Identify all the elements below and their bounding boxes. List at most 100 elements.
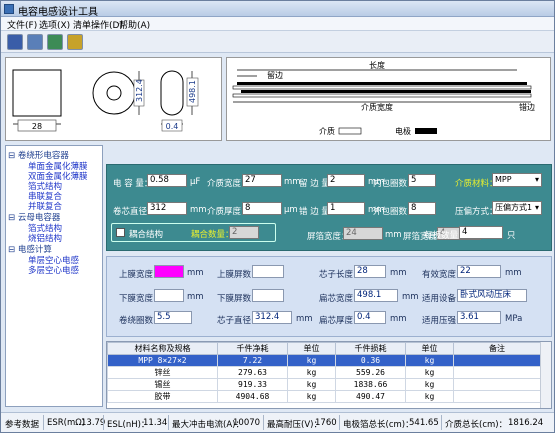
voltage-value: 1760 (315, 418, 337, 428)
col-header-net[interactable]: 千件净耗 (217, 342, 288, 355)
table-header-row: 材料名称及规格 千件净耗 单位 千件损耗 单位 备注 (107, 342, 541, 355)
cell-unit: kg (405, 390, 454, 403)
cell-unit: kg (287, 378, 336, 391)
col-header-unit1[interactable]: 单位 (287, 342, 336, 355)
winding-turns-output: 5.5 (154, 311, 192, 324)
electrode-bottom (241, 90, 531, 93)
esr-label: ESR(mΩ) (47, 418, 86, 428)
menu-file[interactable]: 文件(F) (7, 18, 37, 31)
esl-value: 11.34 (143, 418, 168, 428)
status-bar: 参考数据 ESR(mΩ) 13.79 ESL(nH)： 11.34 最大冲击电流… (1, 412, 554, 432)
layers-unit: 只 (507, 231, 516, 241)
col-header-unit2[interactable]: 单位 (405, 342, 454, 355)
press-select[interactable]: 压偏方式1 (492, 201, 542, 215)
dielectric-layer-1 (232, 85, 532, 90)
cell-note (453, 378, 541, 391)
cell-material: MPP 8×27×2 (107, 354, 218, 367)
outer-turns-input[interactable]: 8 (408, 202, 436, 215)
coupling-checkbox[interactable] (116, 228, 125, 237)
coupling-count-input[interactable]: 2 (229, 226, 259, 239)
voltage-label: 最高耐压(V)： (267, 420, 322, 430)
coupling-count-label: 耦合数量： (191, 230, 234, 240)
material-select[interactable]: MPP (492, 173, 542, 187)
cell-unit: kg (405, 366, 454, 379)
capacitor-body-rect (12, 69, 62, 117)
pressure-unit: MPa (505, 314, 523, 324)
layers-input[interactable]: 4 (459, 226, 503, 239)
core-dim-label: 498.1 (188, 80, 197, 103)
table-row[interactable]: MPP 8×27×2 7.22 kg 0.36 kg (107, 354, 541, 367)
flat-thick-output: 0.4 (354, 311, 386, 324)
dielectric-len-label: 介质总长(cm)： (445, 420, 508, 430)
inner-turns-input[interactable]: 5 (408, 174, 436, 187)
coupling-label: 耦合结构 (129, 230, 164, 240)
menu-options[interactable]: 选项(X) (39, 18, 70, 31)
dielectric-thick-input[interactable]: 8 (242, 202, 282, 215)
dielectric-len-value: 1816.24 (508, 418, 544, 428)
table-row[interactable]: 锡丝 919.33 kg 1838.66 kg (107, 378, 541, 391)
esr-value: 13.79 (81, 418, 106, 428)
capacitance-unit: μF (190, 177, 201, 187)
core-dia-unit: mm (190, 205, 207, 215)
app-icon (4, 4, 14, 14)
paint-icon[interactable] (67, 34, 83, 50)
table-row[interactable]: 锌丝 279.63 kg 559.26 kg (107, 366, 541, 379)
save-icon[interactable] (7, 34, 23, 50)
bottom-shield-turns-output (252, 289, 284, 302)
core-dia-out-unit: mm (296, 314, 313, 324)
materials-table: 材料名称及规格 千件净耗 单位 千件损耗 单位 备注 MPP 8×27×2 7.… (106, 341, 552, 409)
export-icon[interactable] (47, 34, 63, 50)
core-dia-input[interactable]: 312 (147, 202, 187, 215)
flat-width-output: 498.1 (354, 289, 398, 302)
tree-item-multi-layer[interactable]: 多层空心电感 (28, 264, 79, 276)
flat-thick-unit: mm (390, 314, 407, 324)
cell-material: 锌丝 (107, 366, 218, 379)
bottom-shield-width-output (154, 289, 184, 302)
capacitance-input[interactable]: 0.58 (147, 174, 187, 187)
col-header-note[interactable]: 备注 (453, 342, 541, 355)
core-length-unit: mm (390, 268, 407, 278)
core-dia-output: 312.4 (252, 311, 292, 324)
type-tree[interactable]: ⊟ 卷绕形电容器 单面金属化薄膜 双面金属化薄膜 箔式结构 串联复合 并联复合 … (5, 145, 103, 407)
menu-help[interactable]: 帮助(A) (119, 18, 150, 31)
top-shield-width-output (154, 265, 184, 278)
flat-width-unit: mm (402, 292, 419, 302)
cell-note (453, 366, 541, 379)
cell-loss: 490.47 (335, 390, 406, 403)
offset-label: 错边 (519, 102, 535, 112)
col-header-material[interactable]: 材料名称及规格 (107, 342, 218, 355)
table-icon[interactable] (27, 34, 43, 50)
cell-unit: kg (287, 354, 336, 367)
table-row[interactable]: 胶带 4904.68 kg 490.47 kg (107, 390, 541, 403)
cell-net: 4904.68 (217, 390, 288, 403)
legend-dielectric-swatch (338, 127, 362, 135)
edge-label: 留边 (267, 70, 283, 80)
height-dim-label: 312.4 (135, 79, 144, 102)
legend-electrode-swatch (415, 128, 437, 134)
equipment-output: 卧式风动压床 (457, 289, 527, 302)
edge-input[interactable]: 2 (327, 174, 365, 187)
dielectric-width-input[interactable]: 27 (242, 174, 282, 187)
table-scrollbar[interactable] (540, 342, 551, 408)
dielectric-thick-unit: μm (284, 205, 298, 215)
cell-material: 锡丝 (107, 378, 218, 391)
menu-list-ops[interactable]: 清单操作(D) (73, 18, 123, 31)
col-header-loss[interactable]: 千件损耗 (335, 342, 406, 355)
top-shield-width-unit: mm (187, 268, 204, 278)
thick-dim-label: 0.4 (166, 122, 179, 131)
toolbar (1, 31, 554, 53)
offset-input[interactable]: 1 (327, 202, 365, 215)
dielectric-layer-2 (232, 93, 532, 98)
length-label: 长度 (369, 60, 385, 70)
foil-width-input[interactable]: 24 (343, 227, 383, 240)
cell-material: 胶带 (107, 390, 218, 403)
results-panel: 上膜宽度： mm 上膜屏数： 芯子长度： 28 mm 有效宽度： 22 mm 下… (106, 256, 552, 337)
winding-diagram: 长度 留边 介质宽度 错边 介质 电极 (226, 57, 551, 141)
window-title: 电容电感设计工具 (18, 7, 98, 18)
top-shield-turns-output (252, 265, 284, 278)
flat-core-outline (160, 70, 184, 116)
cell-loss: 0.36 (335, 354, 406, 367)
ref-data-label: 参考数据 (5, 420, 40, 430)
cell-note (453, 390, 541, 403)
electrode-len-label: 电极箔总长(cm)： (343, 420, 414, 430)
